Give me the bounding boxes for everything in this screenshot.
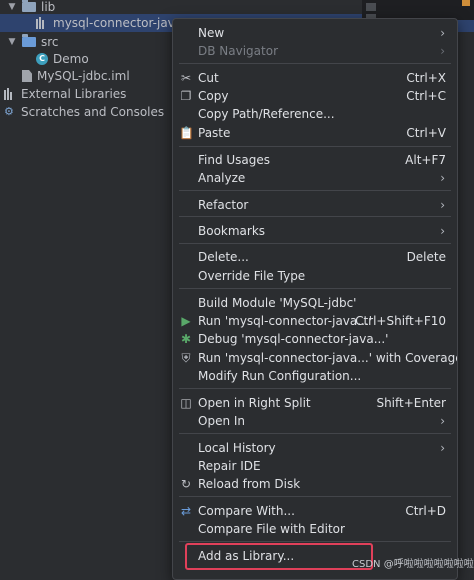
copy-icon: ❐ — [180, 89, 192, 103]
menu-item-delete[interactable]: Delete... Delete — [173, 248, 457, 266]
scissors-icon: ✂ — [180, 71, 192, 85]
tree-label-demo: Demo — [53, 52, 89, 66]
tree-label-scratches: Scratches and Consoles — [21, 105, 165, 119]
menu-separator — [179, 288, 451, 289]
menu-separator — [179, 433, 451, 434]
editor-gutter — [362, 0, 474, 20]
menu-separator — [179, 388, 451, 389]
annotation-highlight-box — [185, 543, 373, 570]
menu-item-cut[interactable]: ✂ Cut Ctrl+X — [173, 69, 457, 87]
menu-item-copy-path[interactable]: Copy Path/Reference... — [173, 105, 457, 123]
split-icon: ◫ — [180, 396, 192, 410]
scratches-icon: ⚙ — [4, 105, 14, 118]
menu-item-open-in[interactable]: Open In › — [173, 412, 457, 430]
menu-separator — [179, 496, 451, 497]
menu-item-build-module[interactable]: Build Module 'MySQL-jdbc' — [173, 294, 457, 312]
menu-separator — [179, 541, 451, 542]
tree-label-external-libraries: External Libraries — [21, 87, 127, 101]
tree-label-lib: lib — [41, 0, 56, 14]
menu-item-debug[interactable]: ✱ Debug 'mysql-connector-java...' — [173, 330, 457, 348]
menu-item-compare-with[interactable]: ⇄ Compare With... Ctrl+D — [173, 502, 457, 520]
menu-item-compare-file-editor[interactable]: Compare File with Editor — [173, 520, 457, 538]
menu-item-run[interactable]: ▶ Run 'mysql-connector-java...' Ctrl+Shi… — [173, 312, 457, 330]
gutter-marker — [366, 3, 376, 11]
chevron-right-icon: › — [440, 224, 445, 238]
menu-item-bookmarks[interactable]: Bookmarks › — [173, 222, 457, 240]
menu-item-paste[interactable]: 📋 Paste Ctrl+V — [173, 124, 457, 142]
menu-item-find-usages[interactable]: Find Usages Alt+F7 — [173, 151, 457, 169]
menu-item-db-navigator[interactable]: DB Navigator › — [173, 42, 457, 60]
menu-item-repair-ide[interactable]: Repair IDE — [173, 457, 457, 475]
menu-item-local-history[interactable]: Local History › — [173, 439, 457, 457]
bug-icon: ✱ — [180, 332, 192, 346]
tree-label-iml: MySQL-jdbc.iml — [37, 69, 130, 83]
chevron-right-icon: › — [440, 414, 445, 428]
menu-separator — [179, 146, 451, 147]
file-icon — [22, 70, 32, 82]
library-icon — [36, 17, 48, 29]
menu-separator — [179, 243, 451, 244]
clipboard-icon: 📋 — [179, 126, 194, 140]
menu-separator — [179, 63, 451, 64]
compare-icon: ⇄ — [180, 504, 192, 518]
menu-item-open-split[interactable]: ◫ Open in Right Split Shift+Enter — [173, 394, 457, 412]
chevron-down-icon[interactable]: ▼ — [6, 37, 18, 47]
menu-item-refactor[interactable]: Refactor › — [173, 196, 457, 214]
menu-separator — [179, 216, 451, 217]
source-folder-icon — [22, 34, 36, 47]
menu-item-analyze[interactable]: Analyze › — [173, 169, 457, 187]
menu-item-copy[interactable]: ❐ Copy Ctrl+C — [173, 87, 457, 105]
chevron-right-icon: › — [440, 171, 445, 185]
reload-icon: ↻ — [180, 477, 192, 491]
editor-marker — [462, 0, 470, 6]
run-triangle-icon: ▶ — [181, 314, 191, 328]
watermark: CSDN @呼啦啦啦啦啦啦啦 — [352, 559, 474, 570]
chevron-right-icon: › — [440, 198, 445, 212]
chevron-down-icon[interactable]: ▼ — [6, 2, 18, 12]
menu-item-override-file-type[interactable]: Override File Type — [173, 267, 457, 285]
menu-item-new[interactable]: New › — [173, 24, 457, 42]
menu-item-run-coverage[interactable]: ⛨ Run 'mysql-connector-java...' with Cov… — [173, 349, 457, 367]
tree-label-src: src — [41, 35, 59, 49]
menu-item-reload-disk[interactable]: ↻ Reload from Disk — [173, 475, 457, 493]
chevron-right-icon: › — [440, 441, 445, 455]
library-icon — [4, 88, 16, 100]
chevron-right-icon: › — [440, 44, 445, 58]
context-menu: New › DB Navigator › ✂ Cut Ctrl+X ❐ Copy… — [172, 18, 458, 580]
java-class-icon: C — [36, 53, 48, 65]
coverage-icon: ⛨ — [181, 351, 191, 365]
folder-icon — [22, 0, 36, 12]
menu-separator — [179, 190, 451, 191]
menu-item-modify-run[interactable]: Modify Run Configuration... — [173, 367, 457, 385]
chevron-right-icon: › — [440, 26, 445, 40]
